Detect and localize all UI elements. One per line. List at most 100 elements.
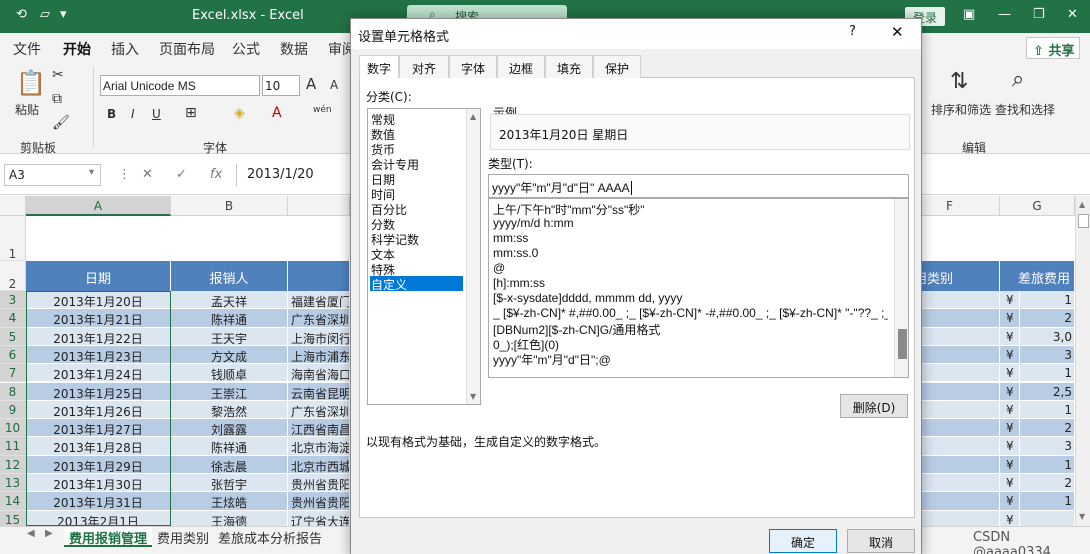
sheet-tab-report[interactable]: 差旅成本分析报告 xyxy=(213,527,327,547)
cancel-entry-icon[interactable]: ✕ xyxy=(142,167,153,182)
sheet-tab-category[interactable]: 费用类别 xyxy=(152,527,214,547)
tab-border[interactable]: 边框 xyxy=(497,55,545,78)
find-select-label[interactable]: 查找和选择 xyxy=(995,101,1055,118)
person-cell[interactable]: 钱顺卓 xyxy=(171,364,288,383)
paste-label[interactable]: 粘贴 xyxy=(15,101,39,118)
format-painter-icon[interactable]: 🖌 xyxy=(52,115,70,131)
amount-cell[interactable]: 1 xyxy=(1020,492,1075,511)
amount-cell[interactable]: 3 xyxy=(1020,345,1075,365)
column-header-c[interactable] xyxy=(288,196,350,216)
category-item[interactable]: 时间 xyxy=(370,186,463,202)
date-cell[interactable]: 2013年1月26日 xyxy=(26,400,171,420)
tab-file[interactable]: 文件 xyxy=(13,39,41,59)
format-type-item[interactable]: _ [$¥-zh-CN]* #,##0.00_ ;_ [$¥-zh-CN]* -… xyxy=(493,306,888,320)
format-type-item[interactable]: mm:ss xyxy=(493,231,888,245)
date-cell[interactable]: 2013年1月31日 xyxy=(26,492,171,511)
category-item[interactable]: 会计专用 xyxy=(370,156,463,172)
paste-icon[interactable]: 📋 xyxy=(16,69,46,97)
close-window-icon[interactable]: ✕ xyxy=(1067,7,1078,22)
type-list-scrollbar[interactable] xyxy=(894,199,908,377)
currency-cell[interactable]: ¥ xyxy=(1000,474,1020,493)
person-cell[interactable]: 王天宇 xyxy=(171,327,288,346)
person-cell[interactable]: 陈祥通 xyxy=(171,437,288,456)
category-item[interactable]: 分数 xyxy=(370,216,463,232)
category-item[interactable]: 百分比 xyxy=(370,201,463,217)
dialog-close-button[interactable]: ✕ xyxy=(891,23,904,41)
row-header[interactable]: 8 xyxy=(0,382,26,401)
undo-icon[interactable]: ▱ xyxy=(40,7,50,22)
row-header[interactable]: 13 xyxy=(0,474,26,493)
amount-cell[interactable]: 3,0 xyxy=(1020,327,1075,346)
category-scroll-down-icon[interactable]: ▼ xyxy=(470,392,476,401)
place-cell[interactable]: 福建省厦门 xyxy=(288,291,350,310)
font-size-select[interactable]: 10 xyxy=(262,75,300,96)
category-item[interactable]: 特殊 xyxy=(370,261,463,277)
row-header[interactable]: 6 xyxy=(0,345,26,365)
next-sheet-icon[interactable]: ▶ xyxy=(40,527,58,547)
category-item[interactable]: 日期 xyxy=(370,171,463,187)
currency-cell[interactable]: ¥ xyxy=(1000,291,1020,310)
place-cell[interactable]: 广东省深圳 xyxy=(288,400,350,420)
enter-entry-icon[interactable]: ✓ xyxy=(176,167,187,182)
tab-home[interactable]: 开始 xyxy=(63,39,91,64)
row-header[interactable]: 14 xyxy=(0,492,26,511)
row-header[interactable]: 5 xyxy=(0,327,26,346)
sheet-tab-expense[interactable]: 费用报销管理 xyxy=(64,527,153,547)
date-cell[interactable]: 2013年1月30日 xyxy=(26,474,171,493)
tab-protection[interactable]: 保护 xyxy=(593,55,641,78)
person-cell[interactable]: 张哲宇 xyxy=(171,474,288,493)
name-box-dropdown-icon[interactable]: ▾ xyxy=(89,167,94,178)
category-list[interactable]: 常规 数值 货币 会计专用 日期 时间 百分比 分数 科学记数 文本 特殊 自定义 ▲ ▼ xyxy=(367,108,481,405)
place-cell[interactable]: 海南省海口 xyxy=(288,364,350,383)
place-cell[interactable]: 广东省深圳 xyxy=(288,309,350,328)
amount-cell[interactable]: 1 xyxy=(1020,364,1075,383)
category-item[interactable]: 文本 xyxy=(370,246,463,262)
share-button[interactable]: ⇧ 共享 xyxy=(1026,37,1080,59)
amount-cell[interactable]: 1 xyxy=(1020,291,1075,310)
column-header-a[interactable]: A xyxy=(26,196,171,216)
date-cell[interactable]: 2013年1月23日 xyxy=(26,345,171,365)
tab-page-layout[interactable]: 页面布局 xyxy=(159,39,215,59)
tab-number[interactable]: 数字 xyxy=(359,55,399,79)
grow-font-button[interactable]: A xyxy=(306,75,316,93)
format-type-item[interactable]: @ xyxy=(493,261,888,275)
row-header[interactable]: 11 xyxy=(0,437,26,456)
select-all-corner[interactable] xyxy=(0,196,26,216)
font-name-select[interactable]: Arial Unicode MS xyxy=(100,75,260,96)
date-cell[interactable]: 2013年1月29日 xyxy=(26,455,171,474)
format-type-item[interactable]: [$-x-sysdate]dddd, mmmm dd, yyyy xyxy=(493,291,888,305)
sort-filter-label[interactable]: 排序和筛选 xyxy=(931,101,991,118)
fill-color-icon[interactable]: ◈ xyxy=(234,105,245,121)
category-item[interactable]: 常规 xyxy=(370,111,463,127)
place-cell[interactable]: 贵州省贵阳 xyxy=(288,492,350,511)
person-cell[interactable]: 孟天祥 xyxy=(171,291,288,310)
person-cell[interactable]: 陈祥通 xyxy=(171,309,288,328)
scroll-up-icon[interactable]: ▲ xyxy=(1079,200,1085,209)
date-cell[interactable]: 2013年1月22日 xyxy=(26,327,171,346)
person-cell[interactable]: 王炫皓 xyxy=(171,492,288,511)
place-cell[interactable]: 云南省昆明 xyxy=(288,382,350,401)
tab-alignment[interactable]: 对齐 xyxy=(399,55,449,78)
format-type-item[interactable]: [h]:mm:ss xyxy=(493,276,888,290)
row-header[interactable]: 7 xyxy=(0,364,26,383)
currency-cell[interactable]: ¥ xyxy=(1000,345,1020,365)
category-item[interactable]: 科学记数 xyxy=(370,231,463,247)
format-type-list[interactable]: 上午/下午h"时"mm"分"ss"秒" yyyy/m/d h:mm mm:ss mm:… xyxy=(488,198,909,378)
delete-button[interactable]: 删除(D) xyxy=(840,394,908,418)
customize-qat-icon[interactable]: ▾ xyxy=(60,7,67,22)
format-type-item[interactable]: yyyy"年"m"月"d"日";@ xyxy=(493,351,888,368)
currency-cell[interactable]: ¥ xyxy=(1000,455,1020,474)
place-cell[interactable]: 北京市西城 xyxy=(288,455,350,474)
date-cell[interactable]: 2013年1月21日 xyxy=(26,309,171,328)
category-item[interactable]: 货币 xyxy=(370,141,463,157)
currency-cell[interactable]: ¥ xyxy=(1000,327,1020,346)
cancel-button[interactable]: 取消 xyxy=(847,529,915,553)
date-cell[interactable]: 2013年1月28日 xyxy=(26,437,171,456)
row-header[interactable]: 12 xyxy=(0,455,26,474)
row-header[interactable]: 4 xyxy=(0,309,26,328)
date-cell[interactable]: 2013年1月20日 xyxy=(26,291,171,310)
amount-cell[interactable]: 1 xyxy=(1020,400,1075,420)
amount-cell[interactable]: 2 xyxy=(1020,419,1075,438)
category-item[interactable]: 自定义 xyxy=(370,276,463,292)
type-list-scroll-thumb[interactable] xyxy=(898,329,907,359)
